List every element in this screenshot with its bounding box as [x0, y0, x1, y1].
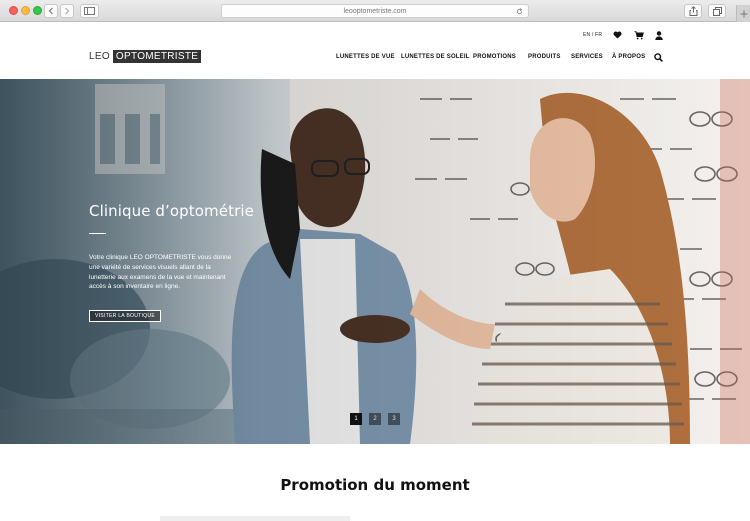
plus-icon — [740, 10, 747, 17]
tabs-icon — [712, 6, 722, 16]
nav-lunettes-de-soleil[interactable]: LUNETTES DE SOLEIL — [401, 54, 470, 60]
cart-icon[interactable] — [634, 31, 644, 40]
browser-toolbar: leooptometriste.com — [0, 0, 750, 22]
zoom-window-button[interactable] — [33, 6, 42, 15]
search-icon[interactable] — [654, 53, 663, 62]
sidebar-icon — [84, 7, 95, 15]
back-button[interactable] — [44, 4, 58, 18]
hero-divider — [89, 233, 106, 234]
slide-pager-2[interactable]: 2 — [369, 413, 381, 425]
share-icon — [689, 6, 697, 16]
logo-text-optometriste: OPTOMETRISTE — [112, 50, 202, 63]
visit-shop-button[interactable]: VISITER LA BOUTIQUE — [89, 310, 162, 322]
hero-banner: Clinique d’optométrie Votre clinique LEO… — [0, 79, 750, 444]
site-logo[interactable]: LEO OPTOMETRISTE — [89, 50, 202, 63]
promotion-section-title: Promotion du moment — [280, 476, 470, 494]
minimize-window-button[interactable] — [21, 6, 30, 15]
forward-button[interactable] — [60, 4, 74, 18]
nav-produits[interactable]: PRODUITS — [528, 54, 561, 60]
sidebar-button[interactable] — [80, 4, 99, 18]
language-switch[interactable]: EN / FR — [583, 32, 602, 38]
promotion-card-preview — [160, 516, 350, 521]
logo-text-leo: LEO — [89, 51, 110, 62]
url-text: leooptometriste.com — [343, 7, 407, 15]
tabs-overview-button[interactable] — [708, 4, 726, 18]
user-icon[interactable] — [655, 31, 663, 40]
share-button[interactable] — [684, 4, 702, 18]
new-tab-button[interactable] — [736, 5, 750, 22]
address-bar[interactable]: leooptometriste.com — [221, 4, 529, 18]
hero-title: Clinique d’optométrie — [89, 202, 254, 220]
nav-lunettes-de-vue[interactable]: LUNETTES DE VUE — [336, 54, 395, 60]
slide-pager-3[interactable]: 3 — [388, 413, 400, 425]
nav-a-propos[interactable]: À PROPOS — [612, 54, 645, 60]
heart-icon[interactable] — [613, 31, 622, 39]
chevron-left-icon — [48, 7, 53, 15]
reload-icon[interactable] — [516, 8, 523, 15]
hero-description: Votre clinique LEO OPTOMETRISTE vous don… — [89, 254, 232, 291]
nav-promotions[interactable]: PROMOTIONS — [473, 54, 516, 60]
nav-services[interactable]: SERVICES — [571, 54, 603, 60]
slide-pager-1[interactable]: 1 — [350, 413, 362, 425]
close-window-button[interactable] — [9, 6, 18, 15]
chevron-right-icon — [65, 7, 70, 15]
